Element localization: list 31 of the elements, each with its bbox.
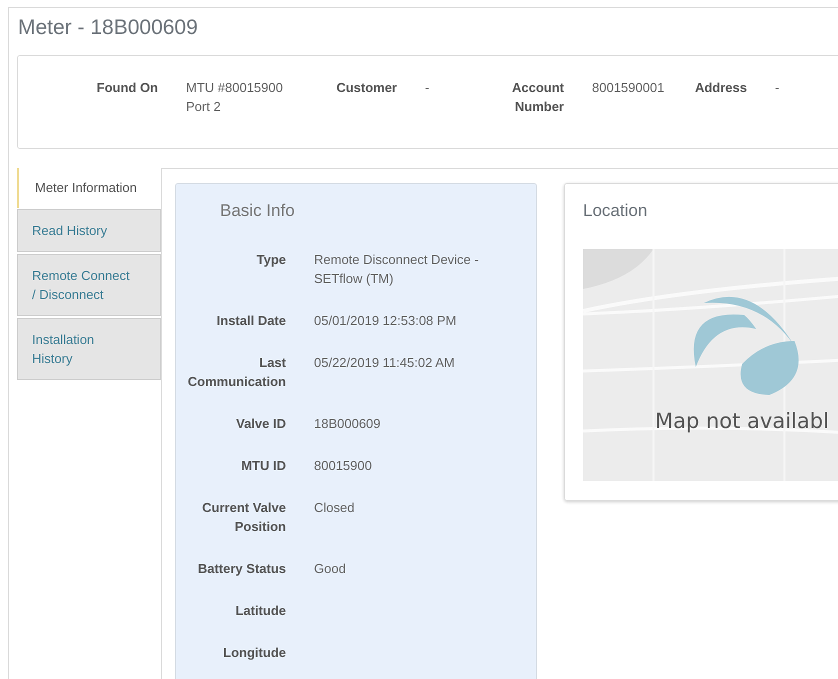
- field-label: Battery Status: [196, 560, 286, 578]
- field-label: MTU ID: [240, 457, 286, 475]
- card-title: Basic Info: [219, 200, 296, 222]
- tab[interactable]: Remote Connect / Disconnect: [17, 254, 161, 316]
- field-value: Closed: [314, 499, 356, 517]
- field-value: Good: [314, 560, 347, 578]
- summary-label: Address: [694, 79, 747, 97]
- tab[interactable]: Read History: [17, 209, 161, 252]
- summary-value: MTU #80015900 Port 2: [186, 79, 284, 116]
- summary-value: -: [425, 79, 430, 97]
- page-title: Meter - 18B000609: [17, 15, 199, 40]
- summary-label: Account Number: [511, 79, 564, 116]
- tab[interactable]: Installation History: [17, 318, 161, 380]
- field-label: Type: [256, 251, 286, 269]
- field-label: Install Date: [216, 312, 286, 330]
- field-label: Longitude: [222, 644, 286, 662]
- field-label: Current Valve Position: [201, 499, 286, 536]
- summary-value: 8001590001: [592, 79, 666, 97]
- field-value: 05/22/2019 11:45:02 AM: [314, 354, 456, 372]
- card-title: Location: [583, 200, 648, 222]
- map-message: Map not availabl: [655, 409, 829, 433]
- summary-label: Customer: [336, 79, 397, 97]
- field-label: Last Communication: [186, 354, 286, 391]
- summary-label: Found On: [96, 79, 158, 97]
- field-label: Valve ID: [235, 415, 286, 433]
- field-value: 05/01/2019 12:53:08 PM: [314, 312, 458, 330]
- summary-value: -: [775, 79, 780, 97]
- field-value: 18B000609: [314, 415, 382, 433]
- field-value: Remote Disconnect Device - SETflow (TM): [314, 251, 480, 288]
- field-label: Latitude: [234, 602, 286, 620]
- field-value: 80015900: [314, 457, 373, 475]
